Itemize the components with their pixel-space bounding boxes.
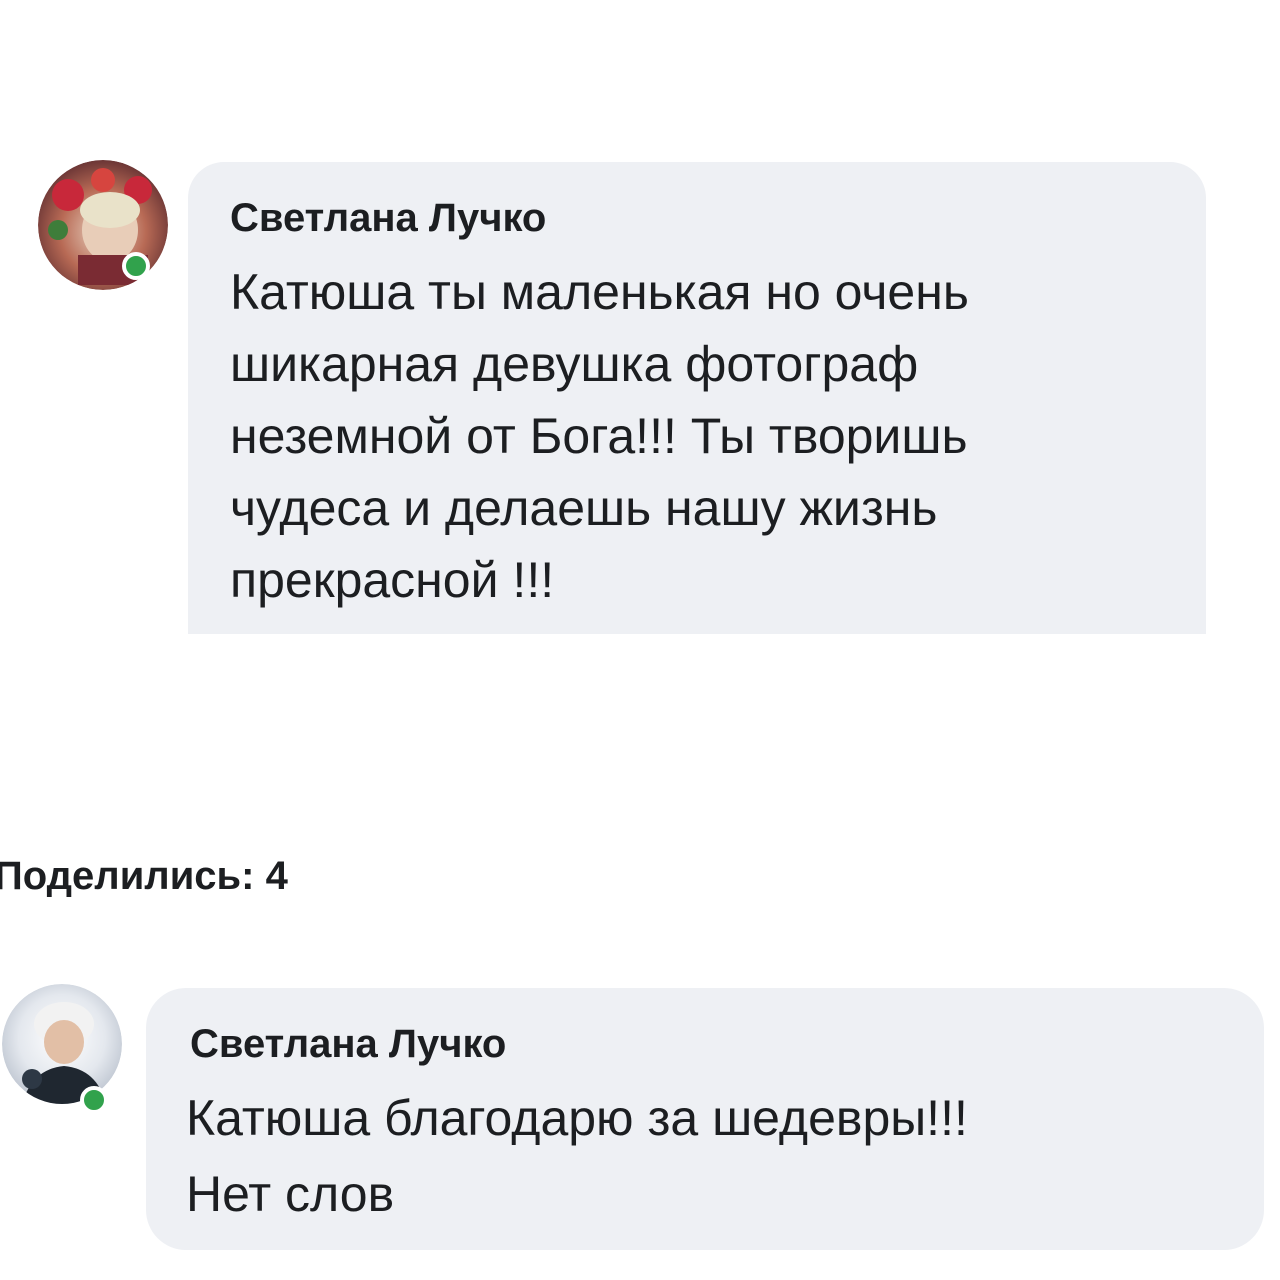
comment-2-author[interactable]: Светлана Лучко [190, 1022, 506, 1067]
profile-photo-icon [2, 984, 122, 1104]
shares-count[interactable]: Поделились: 4 [0, 854, 288, 899]
comments-page: Светлана Лучко Катюша ты маленькая но оч… [0, 0, 1280, 1280]
comment-2-text: Катюша благодарю за шедевры!!! Нет слов [186, 1090, 968, 1222]
comment-1-text: Катюша ты маленькая но очень шикарная де… [230, 264, 969, 608]
comment-1-author[interactable]: Светлана Лучко [230, 196, 546, 241]
comment-2-avatar[interactable] [2, 984, 122, 1104]
online-status-icon [80, 1086, 108, 1114]
online-status-icon [122, 252, 150, 280]
